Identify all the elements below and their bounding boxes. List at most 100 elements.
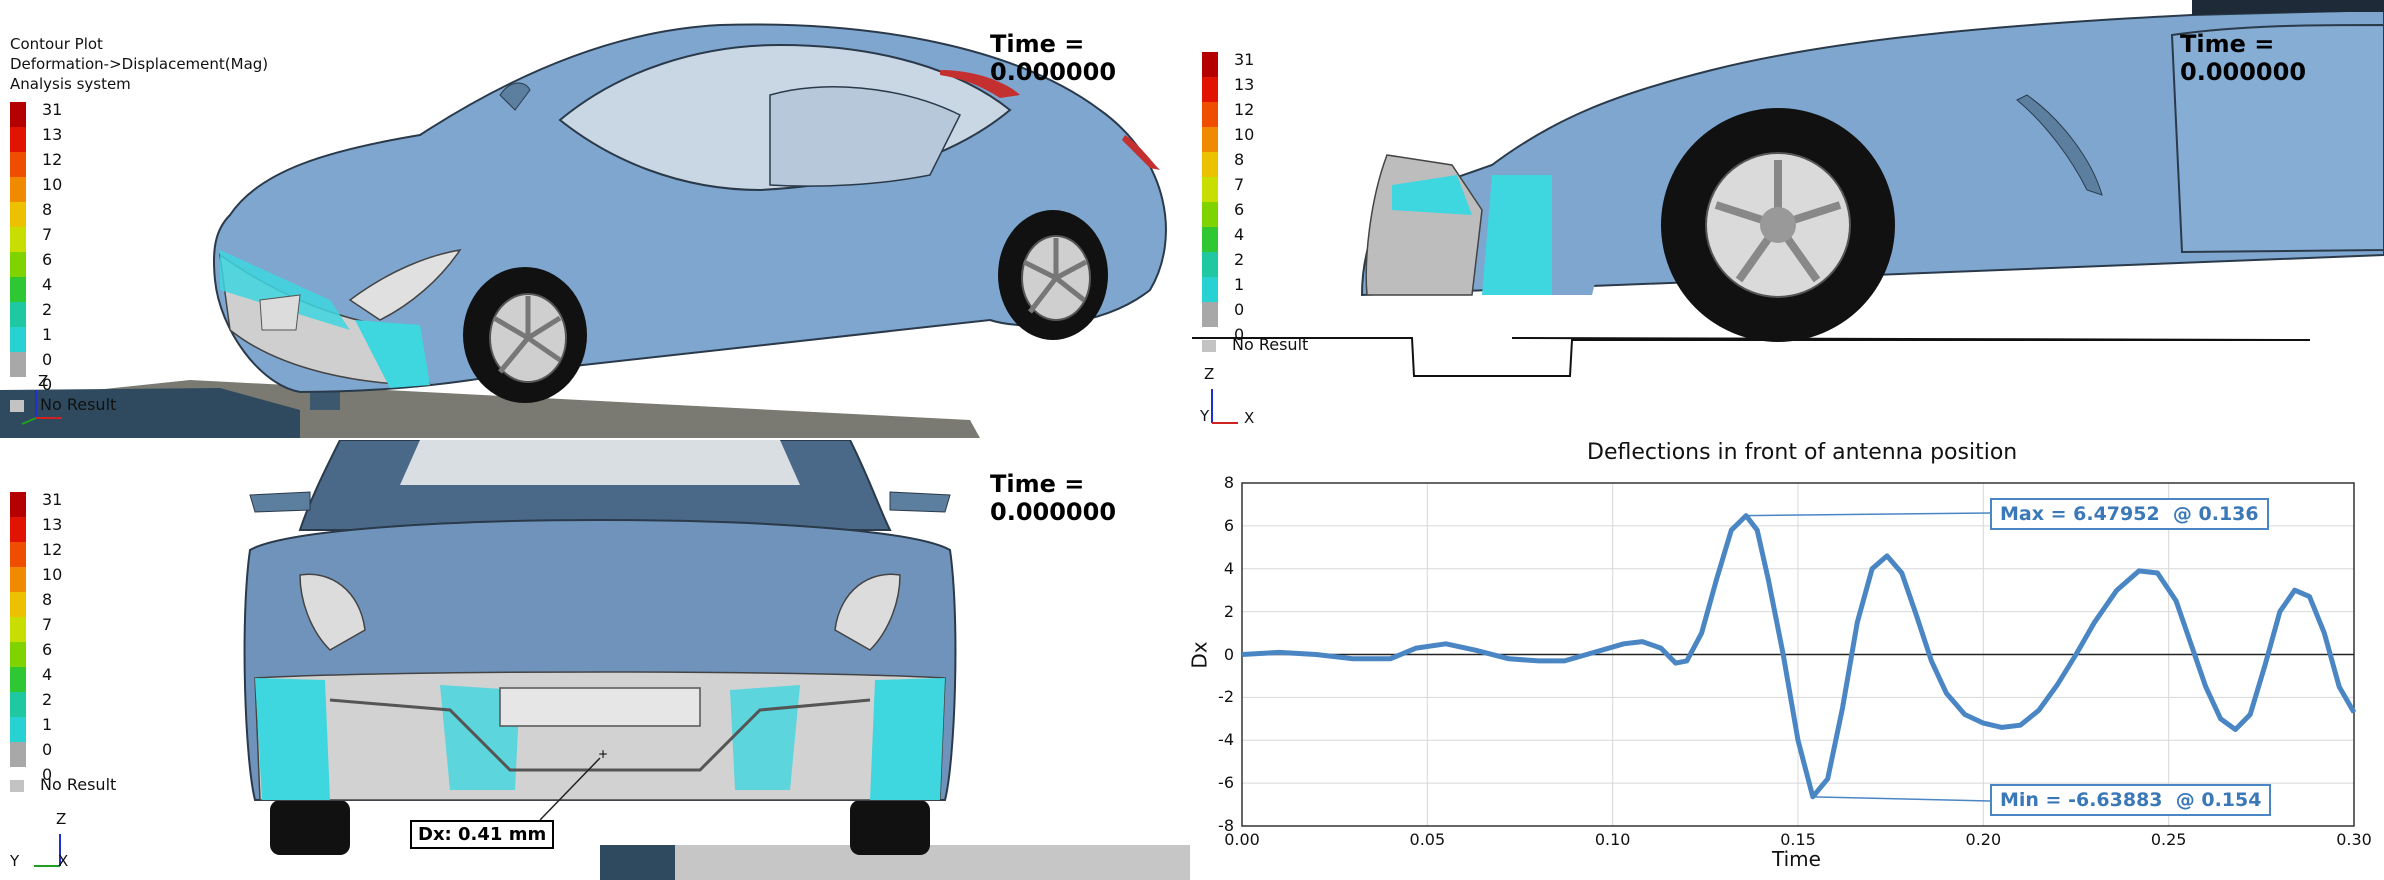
axis-triad: Z <box>10 372 70 432</box>
legend-swatch <box>10 102 26 127</box>
legend-value: 7 <box>42 225 53 244</box>
legend-value: 4 <box>1234 225 1245 244</box>
legend-value: 31 <box>42 490 63 509</box>
legend-swatch <box>10 542 26 567</box>
legend-value: 6 <box>42 640 53 659</box>
legend-swatch <box>1202 52 1218 77</box>
legend-swatch <box>1202 302 1218 327</box>
x-axis-title: Time <box>1772 847 1821 871</box>
contour-title-line-2: Deformation->Displacement(Mag) <box>10 55 269 73</box>
legend-value: 0 <box>42 740 53 759</box>
viewport-front[interactable]: + Time = 0.000000 31 13 12 10 8 7 6 4 2 … <box>0 440 1190 880</box>
no-result-legend: No Result <box>10 775 116 794</box>
y-tick-label: -4 <box>1218 730 1234 750</box>
no-result-label: No Result <box>40 775 117 794</box>
legend-swatch <box>1202 102 1218 127</box>
x-tick-label: 0.10 <box>1594 830 1631 849</box>
legend-swatch <box>10 742 26 767</box>
x-tick-label: 0.00 <box>1224 830 1260 849</box>
contour-title-line-3: Analysis system <box>10 75 131 93</box>
legend-swatch <box>10 667 26 692</box>
legend-value: 13 <box>42 515 63 534</box>
legend-swatch <box>10 152 26 177</box>
legend-value: 13 <box>1234 75 1255 94</box>
time-label: Time = 0.000000 <box>990 30 1117 86</box>
legend-color-bar <box>1202 52 1218 327</box>
legend-value: 1 <box>1234 275 1245 294</box>
legend-value: 1 <box>42 715 53 734</box>
legend-value: 8 <box>42 590 53 609</box>
legend-swatch <box>1202 252 1218 277</box>
legend-value: 0 <box>42 350 53 369</box>
legend-swatch <box>10 327 26 352</box>
legend-value: 7 <box>42 615 53 634</box>
legend-value: 0 <box>1234 300 1245 319</box>
triad-z-label: Z <box>1204 365 1215 383</box>
legend-swatch <box>10 592 26 617</box>
legend-swatch <box>1202 127 1218 152</box>
no-result-label: No Result <box>1232 335 1309 354</box>
legend-value: 10 <box>42 565 63 584</box>
axis-triad: Z Y X <box>1200 365 1260 427</box>
contour-title-line-1: Contour Plot <box>10 35 103 53</box>
legend-swatch <box>1202 227 1218 252</box>
legend-swatch <box>1202 152 1218 177</box>
legend-value: 12 <box>42 150 63 169</box>
triad-x-label: X <box>58 852 69 870</box>
legend-swatch <box>1202 277 1218 302</box>
legend-color-bar <box>10 102 26 377</box>
legend-value: 13 <box>42 125 63 144</box>
legend-swatch <box>10 302 26 327</box>
triad-x-label: X <box>1244 409 1255 427</box>
time-label: Time = 0.000000 <box>2180 30 2307 86</box>
legend-value: 2 <box>1234 250 1245 269</box>
y-tick-label: 6 <box>1223 515 1234 535</box>
legend-swatch <box>10 127 26 152</box>
x-tick-label: 0.05 <box>1409 830 1446 849</box>
legend-swatch <box>10 202 26 227</box>
min-annotation[interactable]: Min = -6.63883 @ 0.154 <box>1990 784 2272 816</box>
legend-swatch <box>10 252 26 277</box>
contour-title: Contour Plot Deformation->Displacement(M… <box>10 34 268 94</box>
legend-swatch <box>10 277 26 302</box>
viewport-side[interactable]: Time = 0.000000 31 13 12 10 8 7 6 4 2 1 … <box>1192 0 2384 438</box>
legend-value: 12 <box>42 540 63 559</box>
legend-value: 6 <box>42 250 53 269</box>
x-tick-label: 0.30 <box>2336 830 2372 849</box>
legend-swatch <box>10 567 26 592</box>
no-result-swatch <box>10 779 24 792</box>
legend-swatch <box>10 227 26 252</box>
svg-text:+: + <box>598 747 608 761</box>
legend-swatch <box>10 642 26 667</box>
x-tick-label: 0.20 <box>1965 830 2002 849</box>
x-tick-label: 0.25 <box>2150 830 2187 849</box>
legend-swatch <box>1202 202 1218 227</box>
dx-measurement-label[interactable]: Dx: 0.41 mm <box>410 820 555 849</box>
legend-value: 1 <box>42 325 53 344</box>
max-annotation[interactable]: Max = 6.47952 @ 0.136 <box>1990 498 2269 530</box>
legend-swatch <box>1202 177 1218 202</box>
triad-y-label: Y <box>1200 407 1210 425</box>
legend-swatch <box>1202 77 1218 102</box>
legend-value: 8 <box>42 200 53 219</box>
no-result-legend: No Result <box>1202 335 1308 354</box>
annotation-leader-line <box>1812 796 1991 802</box>
annotation-leader-line <box>1746 512 1991 517</box>
legend-value: 7 <box>1234 175 1245 194</box>
legend-value: 4 <box>42 275 53 294</box>
viewport-iso[interactable]: Contour Plot Deformation->Displacement(M… <box>0 0 1190 438</box>
legend-color-bar <box>10 492 26 767</box>
y-tick-label: 8 <box>1223 473 1234 492</box>
legend-value: 2 <box>42 690 53 709</box>
triad-y-label: Y <box>10 852 20 870</box>
triad-z-label: Z <box>38 372 49 390</box>
legend-value: 10 <box>42 175 63 194</box>
legend-swatch <box>10 177 26 202</box>
legend-swatch <box>10 617 26 642</box>
legend-swatch <box>10 717 26 742</box>
y-axis-title: Dx <box>1187 641 1212 669</box>
legend-value: 4 <box>42 665 53 684</box>
legend-value: 8 <box>1234 150 1245 169</box>
legend-value: 31 <box>1234 50 1255 69</box>
time-label: Time = 0.000000 <box>990 470 1117 526</box>
